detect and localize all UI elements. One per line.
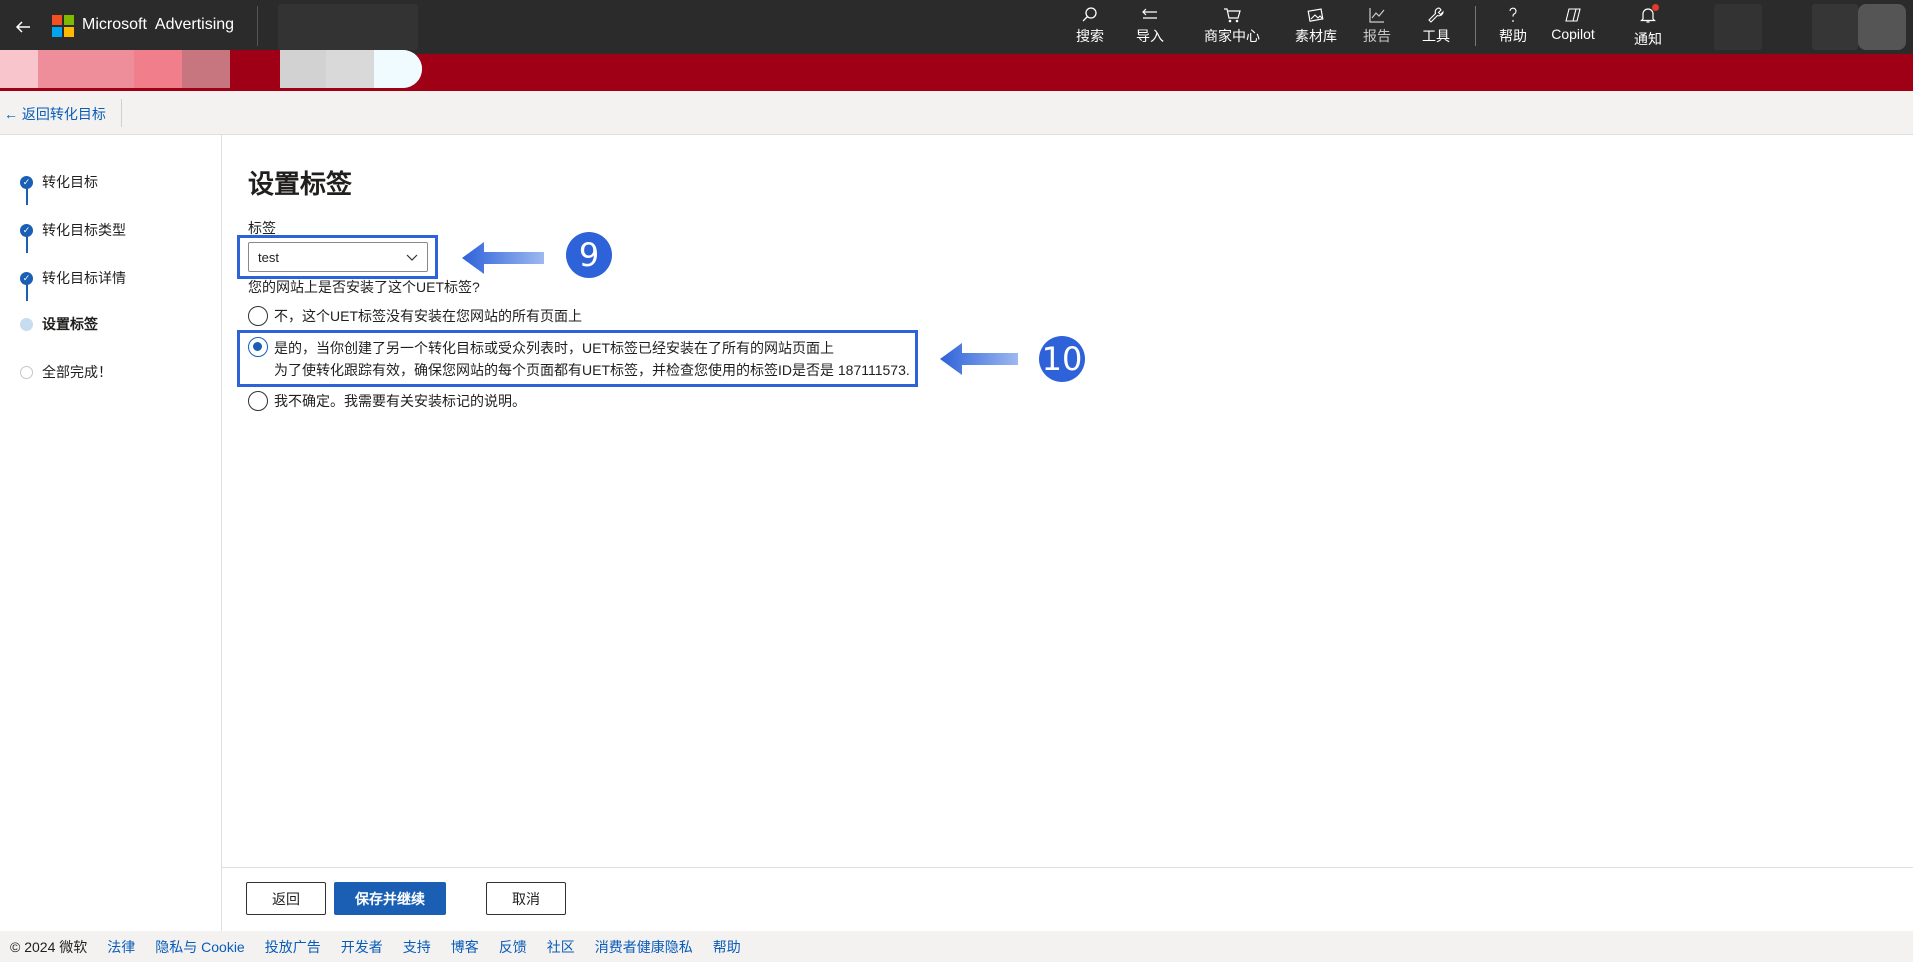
help-icon [1509,7,1517,22]
step-label: 转化目标 [42,174,98,190]
nav-notifications-label: 通知 [1634,31,1662,47]
account-pill[interactable] [0,50,422,88]
bell-icon [1639,4,1659,29]
step-label: 全部完成！ [42,364,112,380]
step-goal-type[interactable]: ✓ 转化目标类型 [20,220,126,240]
avatar[interactable] [1858,4,1906,50]
footer: © 2024 微软 法律 隐私与 Cookie 投放广告 开发者 支持 博客 反… [0,931,1913,962]
footer-link-developers[interactable]: 开发者 [341,937,383,957]
wizard-stepper: ✓ 转化目标 ✓ 转化目标类型 ✓ 转化目标详情 设置标签 全部完成！ [0,135,222,931]
brand-name[interactable]: Microsoft Advertising [82,16,234,34]
nav-notifications[interactable]: 通知 [1630,4,1666,48]
pending-step-dot [20,365,33,379]
check-icon: ✓ [20,271,33,285]
annotation-arrow-left-icon [940,343,1018,375]
cancel-button[interactable]: 取消 [486,882,566,915]
nav-tools[interactable]: 工具 [1418,6,1454,48]
search-icon [1082,7,1097,22]
import-icon [1142,8,1157,19]
action-bar [222,867,1913,931]
footer-link-health-privacy[interactable]: 消费者健康隐私 [595,937,693,957]
back-to-conversion-goals-link[interactable]: ← 返回转化目标 [4,104,106,124]
brand-sub: Advertising [154,16,235,33]
nav-merchant-center[interactable]: 商家中心 [1202,6,1262,48]
nav-import-label: 导入 [1136,28,1164,44]
nav-search-label: 搜索 [1076,28,1104,44]
step-all-done: 全部完成！ [20,362,112,382]
nav-copilot[interactable]: Copilot [1548,6,1598,48]
back-button[interactable]: 返回 [246,882,326,915]
nav-help[interactable]: 帮助 [1495,6,1531,48]
step-conversion-goal[interactable]: ✓ 转化目标 [20,172,98,192]
account-info-block[interactable] [1714,4,1762,50]
footer-link-feedback[interactable]: 反馈 [499,937,527,957]
nav-copilot-label: Copilot [1551,26,1595,42]
image-library-icon [1307,8,1324,22]
footer-link-blog[interactable]: 博客 [451,937,479,957]
option-label: 我不确定。我需要有关安装标记的说明。 [274,393,526,409]
option-not-sure[interactable]: 我不确定。我需要有关安装标记的说明。 [248,391,526,412]
account-selector[interactable] [278,4,418,50]
account-id-block[interactable] [1812,4,1858,50]
wrench-icon [1428,7,1444,23]
annotation-badge-9: 9 [566,232,612,278]
top-navigation-bar: Microsoft Advertising 搜索 导入 商家中心 素材库 报告 工… [0,0,1913,54]
sub-header-divider [121,99,122,127]
step-label: 转化目标类型 [42,222,126,238]
cart-icon [1224,8,1241,23]
annotation-highlight-tag-select [237,235,438,279]
nav-search[interactable]: 搜索 [1072,6,1108,48]
nav-import[interactable]: 导入 [1132,6,1168,48]
microsoft-logo-icon [52,15,74,37]
nav-reports-label: 报告 [1363,28,1391,44]
sub-header: ← 返回转化目标 [0,91,1913,135]
footer-link-support[interactable]: 支持 [403,937,431,957]
copyright: © 2024 微软 [10,938,88,955]
annotation-badge-10: 10 [1039,336,1085,382]
nav-merchant-label: 商家中心 [1204,28,1260,44]
check-icon: ✓ [20,223,33,237]
nav-help-label: 帮助 [1499,28,1527,44]
notification-dot [1652,4,1659,11]
radio-button[interactable] [248,306,268,326]
nav-separator [1475,6,1476,46]
nav-reports[interactable]: 报告 [1359,6,1395,48]
footer-link-privacy[interactable]: 隐私与 Cookie [155,937,244,957]
brand-main: Microsoft [82,16,147,33]
nav-asset-label: 素材库 [1295,28,1337,44]
nav-asset-library[interactable]: 素材库 [1293,6,1339,48]
step-set-tag[interactable]: 设置标签 [20,314,98,334]
annotation-arrow-left-icon [462,242,544,274]
nav-tools-label: 工具 [1422,28,1450,44]
step-label: 设置标签 [42,316,98,332]
save-and-continue-button[interactable]: 保存并继续 [334,882,446,915]
chart-icon [1369,8,1385,23]
radio-button[interactable] [248,391,268,411]
page-title: 设置标签 [248,169,353,199]
footer-link-community[interactable]: 社区 [547,937,575,957]
current-step-dot [20,317,33,331]
step-label: 转化目标详情 [42,270,126,286]
check-icon: ✓ [20,175,33,189]
footer-link-help[interactable]: 帮助 [713,937,741,957]
footer-link-legal[interactable]: 法律 [107,937,135,957]
back-arrow-icon[interactable] [8,12,38,42]
step-goal-details[interactable]: ✓ 转化目标详情 [20,268,126,288]
option-label: 不，这个UET标签没有安装在您网站的所有页面上 [274,308,582,324]
annotation-highlight-selected-option [237,330,918,387]
uet-question: 您的网站上是否安装了这个UET标签? [248,279,480,295]
copilot-icon [1565,8,1581,22]
option-not-installed[interactable]: 不，这个UET标签没有安装在您网站的所有页面上 [248,306,582,327]
footer-link-advertise[interactable]: 投放广告 [265,937,321,957]
brand-divider [257,6,258,46]
